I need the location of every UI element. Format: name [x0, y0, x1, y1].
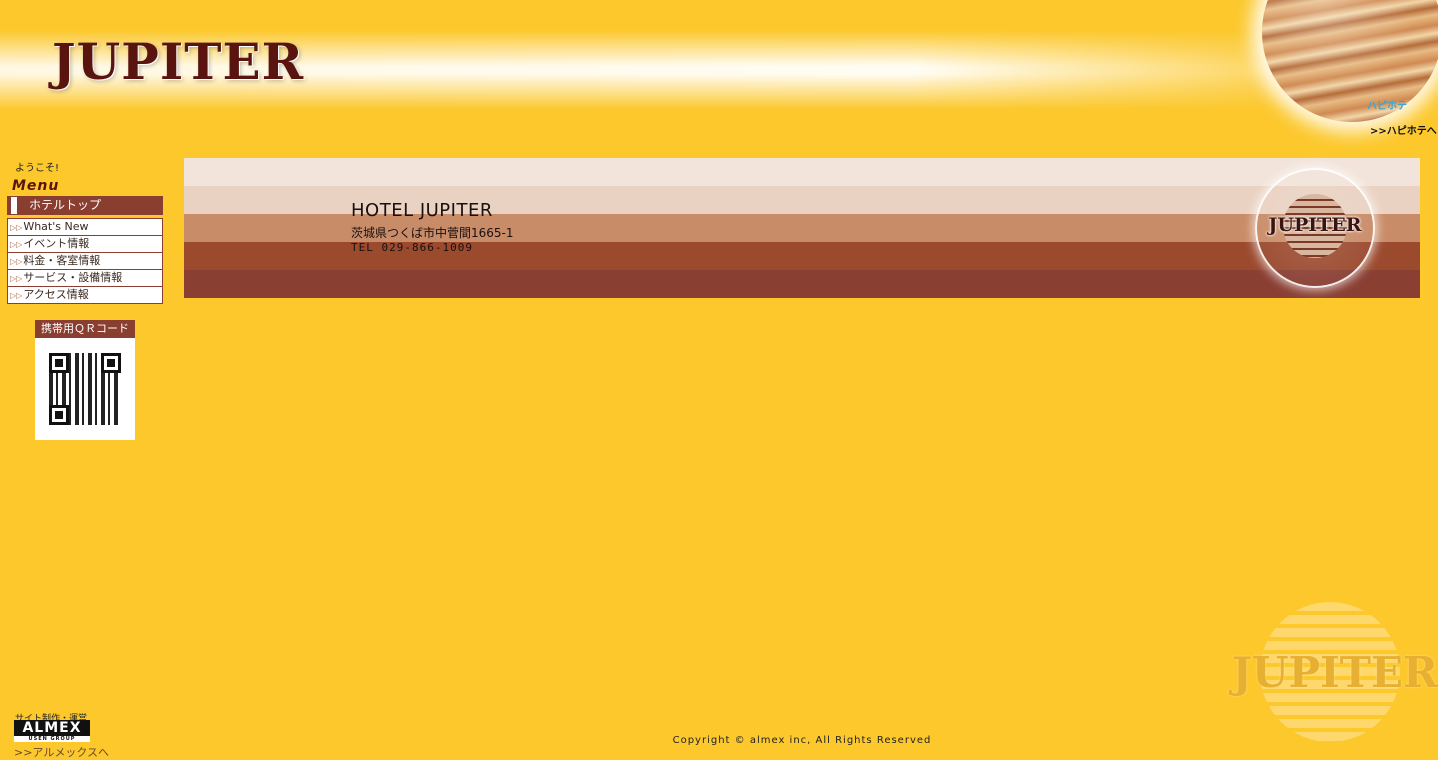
menu-item-label: アクセス情報 — [23, 288, 89, 301]
hotel-banner: HOTEL JUPITER 茨城県つくば市中菅間1665-1 TEL 029-8… — [184, 158, 1420, 298]
menu-item-rooms[interactable]: ▷▷料金・客室情報 — [7, 252, 163, 269]
menu-item-label: ホテルトップ — [29, 198, 102, 212]
watermark-text: JUPITER — [1232, 648, 1438, 697]
menu-item-label: 料金・客室情報 — [23, 254, 101, 267]
menu-item-whats-new[interactable]: ▷▷What's New — [7, 218, 163, 235]
menu-item-access[interactable]: ▷▷アクセス情報 — [7, 286, 163, 304]
qr-finder-icon — [49, 405, 69, 425]
menu-item-hotel-top[interactable]: ホテルトップ — [7, 196, 163, 215]
menu-marker-icon — [11, 197, 17, 214]
qr-code-box: 携帯用ＱＲコード — [35, 320, 135, 440]
qr-code-title: 携帯用ＱＲコード — [35, 320, 135, 338]
hotel-tel: TEL 029-866-1009 — [351, 241, 473, 254]
menu-item-label: What's New — [23, 220, 89, 233]
qr-finder-icon — [49, 353, 69, 373]
emblem-text: JUPITER — [1268, 214, 1362, 236]
site-logo[interactable]: JUPITER — [52, 32, 304, 91]
bullet-icon: ▷▷ — [10, 274, 23, 283]
jupiter-watermark-logo: JUPITER — [1232, 602, 1438, 742]
hotel-emblem-logo: JUPITER — [1255, 168, 1375, 288]
qr-code-icon — [49, 353, 121, 425]
bullet-icon: ▷▷ — [10, 223, 23, 232]
menu-title: Menu — [12, 178, 60, 194]
almex-logo-text: ALMEX — [22, 720, 82, 736]
bullet-icon: ▷▷ — [10, 240, 23, 249]
bullet-icon: ▷▷ — [10, 291, 23, 300]
menu-item-label: サービス・設備情報 — [23, 271, 123, 284]
qr-finder-icon — [101, 353, 121, 373]
almex-link[interactable]: >>アルメックスへ — [14, 744, 109, 760]
hapihote-logo[interactable]: ハピホテ — [1367, 97, 1407, 112]
menu-item-label: イベント情報 — [23, 237, 90, 250]
copyright-text: Copyright © almex inc, All Rights Reserv… — [672, 735, 932, 746]
menu-item-services[interactable]: ▷▷サービス・設備情報 — [7, 269, 163, 286]
menu-item-events[interactable]: ▷▷イベント情報 — [7, 235, 163, 252]
hotel-name: HOTEL JUPITER — [351, 200, 493, 221]
bullet-icon: ▷▷ — [10, 257, 23, 266]
hapihote-link[interactable]: >>ハピホテへ — [1370, 122, 1437, 137]
welcome-text: ようこそ! — [15, 163, 60, 174]
hotel-address: 茨城県つくば市中菅間1665-1 — [351, 226, 514, 240]
sidebar-menu: ▷▷What's New ▷▷イベント情報 ▷▷料金・客室情報 ▷▷サービス・設… — [7, 218, 163, 304]
